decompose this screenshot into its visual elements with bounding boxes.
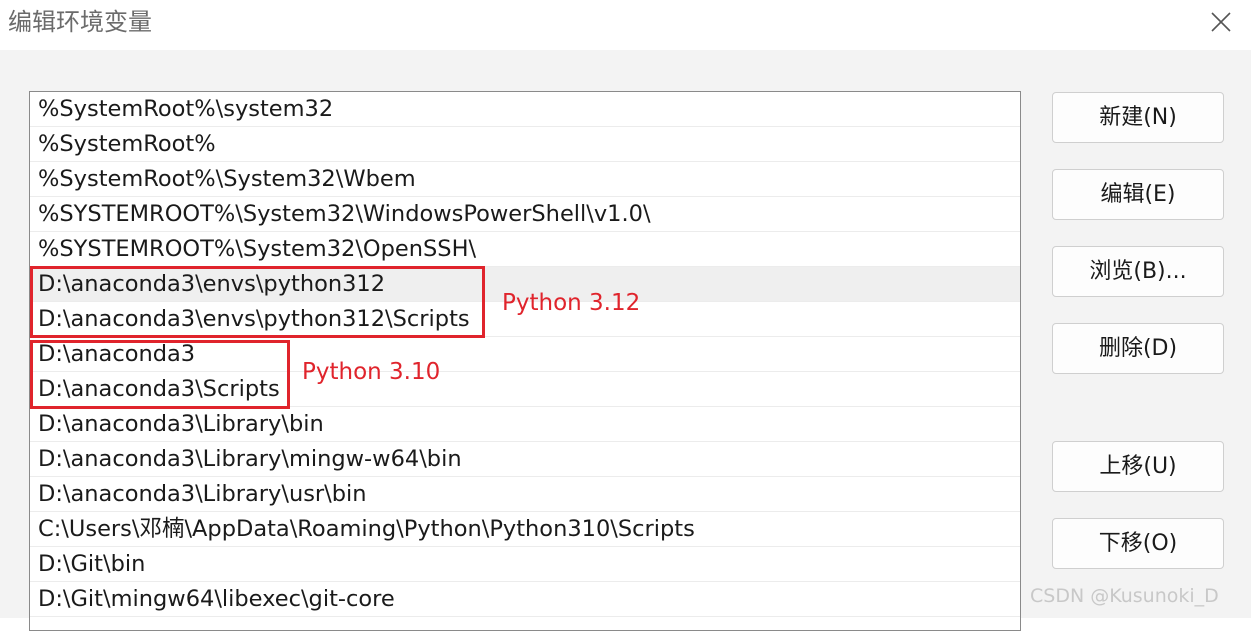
path-row[interactable]: %SystemRoot% [30, 127, 1020, 162]
path-row[interactable]: %SystemRoot%\System32\Wbem [30, 162, 1020, 197]
path-text: %SYSTEMROOT%\System32\WindowsPowerShell\… [38, 201, 651, 227]
path-text: D:\anaconda3\Library\bin [38, 411, 324, 437]
path-row[interactable]: C:\Users\邓楠\AppData\Roaming\Python\Pytho… [30, 512, 1020, 547]
path-text: D:\anaconda3\Library\mingw-w64\bin [38, 446, 462, 472]
path-row[interactable]: %SYSTEMROOT%\System32\OpenSSH\ [30, 232, 1020, 267]
path-text: D:\anaconda3 [38, 341, 196, 367]
path-row[interactable]: %SystemRoot%\system32 [30, 92, 1020, 127]
watermark: CSDN @Kusunoki_D [1030, 585, 1219, 607]
path-row[interactable]: %SYSTEMROOT%\System32\WindowsPowerShell\… [30, 197, 1020, 232]
close-icon [1211, 12, 1231, 32]
title-bar: 编辑环境变量 [0, 0, 1251, 50]
path-row[interactable]: D:\anaconda3\Scripts [30, 372, 1020, 407]
move-up-button[interactable]: 上移(U) [1052, 441, 1224, 492]
path-text: D:\anaconda3\envs\python312\Scripts [38, 306, 470, 332]
path-text: %SYSTEMROOT%\System32\OpenSSH\ [38, 236, 477, 262]
path-text: %SystemRoot%\System32\Wbem [38, 166, 416, 192]
path-row[interactable]: D:\anaconda3\Library\usr\bin [30, 477, 1020, 512]
window-title: 编辑环境变量 [8, 8, 152, 36]
path-text: D:\anaconda3\Library\usr\bin [38, 481, 367, 507]
move-down-button[interactable]: 下移(O) [1052, 518, 1224, 569]
path-row[interactable]: D:\anaconda3\Library\bin [30, 407, 1020, 442]
path-row[interactable]: D:\Git\bin [30, 547, 1020, 582]
path-text: C:\Users\邓楠\AppData\Roaming\Python\Pytho… [38, 516, 695, 542]
python312-annotation: Python 3.12 [502, 290, 641, 316]
path-row[interactable]: D:\anaconda3\Library\mingw-w64\bin [30, 442, 1020, 477]
delete-button[interactable]: 删除(D) [1052, 323, 1224, 374]
path-text: %SystemRoot%\system32 [38, 96, 334, 122]
path-row[interactable]: D:\Git\mingw64\libexec\git-core [30, 582, 1020, 617]
edit-button[interactable]: 编辑(E) [1052, 169, 1224, 220]
close-button[interactable] [1200, 0, 1242, 44]
browse-button[interactable]: 浏览(B)... [1052, 246, 1224, 297]
path-text: %SystemRoot% [38, 131, 216, 157]
path-list[interactable]: %SystemRoot%\system32 %SystemRoot% %System… [29, 91, 1021, 631]
path-text: D:\Git\mingw64\libexec\git-core [38, 586, 395, 612]
path-text: D:\anaconda3\envs\python312 [38, 271, 386, 297]
path-text: D:\Git\bin [38, 551, 146, 577]
python310-annotation: Python 3.10 [302, 359, 441, 385]
new-button[interactable]: 新建(N) [1052, 92, 1224, 143]
path-text: D:\anaconda3\Scripts [38, 376, 280, 402]
path-row[interactable]: D:\anaconda3 [30, 337, 1020, 372]
